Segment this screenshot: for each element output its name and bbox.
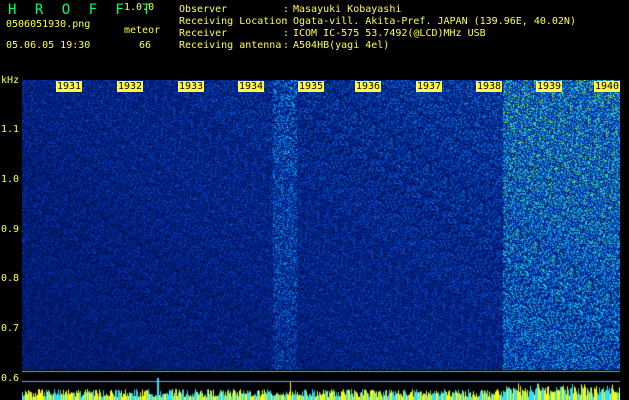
file-name: 0506051930.png — [6, 19, 91, 30]
observer-label: Observer — [179, 4, 228, 15]
receiver-value: ICOM IC-575 53.7492(@LCD)MHz USB — [293, 28, 486, 39]
x-tick: 1937 — [416, 81, 443, 92]
x-tick: 1935 — [298, 81, 325, 92]
antenna-value: A504HB(yagi 4el) — [293, 40, 390, 51]
hrofft-window: H R O F F T 1.0.0 0506051930.png 05.06.0… — [0, 0, 629, 400]
y-tick: 0.9 — [1, 224, 20, 235]
x-tick: 1932 — [117, 81, 144, 92]
spectrogram-canvas — [22, 80, 620, 400]
y-tick: 1.1 — [1, 124, 20, 135]
x-tick: 1939 — [536, 81, 563, 92]
location-label: Receiving Location — [179, 16, 288, 27]
receiver-label: Receiver — [179, 28, 228, 39]
location-value: Ogata-vill. Akita-Pref. JAPAN (139.96E, … — [293, 16, 576, 27]
y-tick: 0.6 — [1, 373, 20, 384]
observer-value: Masayuki Kobayashi — [293, 4, 402, 15]
meteor-label: meteor — [124, 25, 161, 36]
app-version: 1.0.0 — [124, 2, 155, 13]
x-tick: 1931 — [56, 81, 83, 92]
spectrogram — [22, 80, 620, 400]
colon: : — [283, 28, 290, 39]
meteor-count: 66 — [139, 40, 152, 51]
capture-datetime: 05.06.05 19:30 — [6, 40, 91, 51]
antenna-label: Receiving antenna — [179, 40, 282, 51]
x-tick: 1934 — [238, 81, 265, 92]
y-tick: 0.7 — [1, 323, 20, 334]
x-tick: 1940 — [594, 81, 621, 92]
y-axis-unit: kHz — [1, 75, 20, 86]
y-tick: 1.0 — [1, 174, 20, 185]
y-tick: 0.8 — [1, 273, 20, 284]
colon: : — [283, 16, 290, 27]
colon: : — [283, 4, 290, 15]
x-tick: 1936 — [355, 81, 382, 92]
x-tick: 1933 — [178, 81, 205, 92]
colon: : — [283, 40, 290, 51]
x-tick: 1938 — [476, 81, 503, 92]
